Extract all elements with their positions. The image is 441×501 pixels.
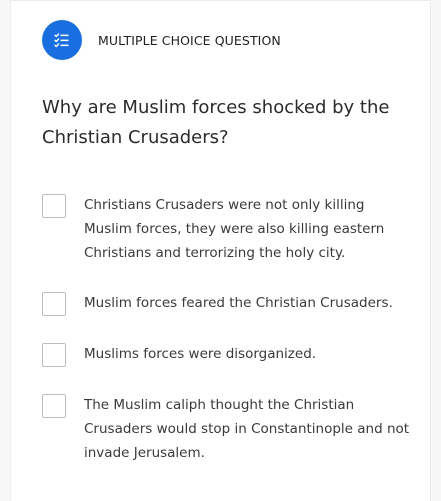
answer-option[interactable]: Muslims forces were disorganized. — [42, 342, 412, 367]
checklist-icon — [42, 20, 82, 60]
answer-option-label: Muslims forces were disorganized. — [84, 346, 317, 362]
answer-option-label: Christians Crusaders were not only killi… — [84, 197, 385, 261]
answer-option-label: Muslim forces feared the Christian Crusa… — [84, 295, 393, 311]
answer-checkbox[interactable] — [42, 194, 66, 218]
answer-checkbox[interactable] — [42, 292, 66, 316]
question-card: MULTIPLE CHOICE QUESTION Why are Muslim … — [10, 0, 431, 501]
answer-options: Christians Crusaders were not only killi… — [42, 193, 412, 491]
answer-option[interactable]: Muslim forces feared the Christian Crusa… — [42, 291, 412, 316]
answer-checkbox[interactable] — [42, 394, 66, 418]
question-type-label: MULTIPLE CHOICE QUESTION — [98, 32, 281, 48]
answer-option-label: The Muslim caliph thought the Christian … — [84, 397, 410, 461]
answer-option[interactable]: The Muslim caliph thought the Christian … — [42, 393, 412, 465]
answer-option[interactable]: Christians Crusaders were not only killi… — [42, 193, 412, 265]
question-text: Why are Muslim forces shocked by the Chr… — [42, 97, 390, 148]
question-header: MULTIPLE CHOICE QUESTION — [42, 20, 281, 60]
answer-checkbox[interactable] — [42, 343, 66, 367]
